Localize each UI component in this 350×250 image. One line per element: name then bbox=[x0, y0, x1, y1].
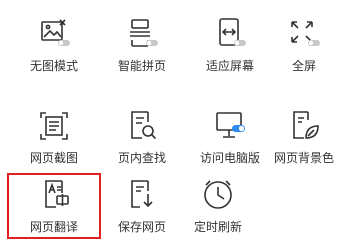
menu-item-label: 保存网页 bbox=[117, 220, 166, 234]
screenshot-icon bbox=[36, 108, 72, 144]
menu-item-label: 网页截图 bbox=[29, 151, 78, 165]
no-image-icon bbox=[36, 16, 72, 52]
menu-item-label: 定时刷新 bbox=[193, 220, 242, 234]
menu-item-label: 网页翻译 bbox=[29, 220, 78, 234]
menu-item-label: 智能拼页 bbox=[117, 59, 166, 73]
find-in-page-icon bbox=[124, 108, 160, 144]
leaf-page-icon bbox=[286, 108, 322, 144]
desktop-site-icon bbox=[212, 108, 248, 144]
menu-item-no-image-mode[interactable]: 无图模式 bbox=[10, 16, 98, 88]
menu-item-save-page[interactable]: 保存网页 bbox=[98, 177, 186, 249]
menu-item-page-translate[interactable]: 网页翻译 bbox=[10, 177, 98, 249]
tools-grid: 无图模式 智能拼页 适应屏幕 全屏 网页截图 页内查找 访问电脑版 网页背景色 … bbox=[0, 0, 350, 250]
page-merge-icon bbox=[124, 16, 160, 52]
menu-item-fullscreen[interactable]: 全屏 bbox=[260, 16, 348, 88]
menu-item-timed-refresh[interactable]: 定时刷新 bbox=[174, 177, 262, 249]
menu-item-page-screenshot[interactable]: 网页截图 bbox=[10, 108, 98, 180]
fullscreen-icon bbox=[286, 16, 322, 52]
fit-screen-icon bbox=[212, 16, 248, 52]
translate-icon bbox=[36, 177, 72, 213]
menu-item-find-in-page[interactable]: 页内查找 bbox=[98, 108, 186, 180]
timer-refresh-icon bbox=[200, 177, 236, 213]
menu-item-label: 网页背景色 bbox=[273, 151, 334, 165]
menu-item-page-background[interactable]: 网页背景色 bbox=[260, 108, 348, 180]
menu-item-label: 全屏 bbox=[291, 59, 316, 73]
save-page-icon bbox=[124, 177, 160, 213]
menu-item-label: 页内查找 bbox=[117, 151, 166, 165]
menu-item-smart-page-merge[interactable]: 智能拼页 bbox=[98, 16, 186, 88]
menu-item-label: 无图模式 bbox=[29, 59, 78, 73]
